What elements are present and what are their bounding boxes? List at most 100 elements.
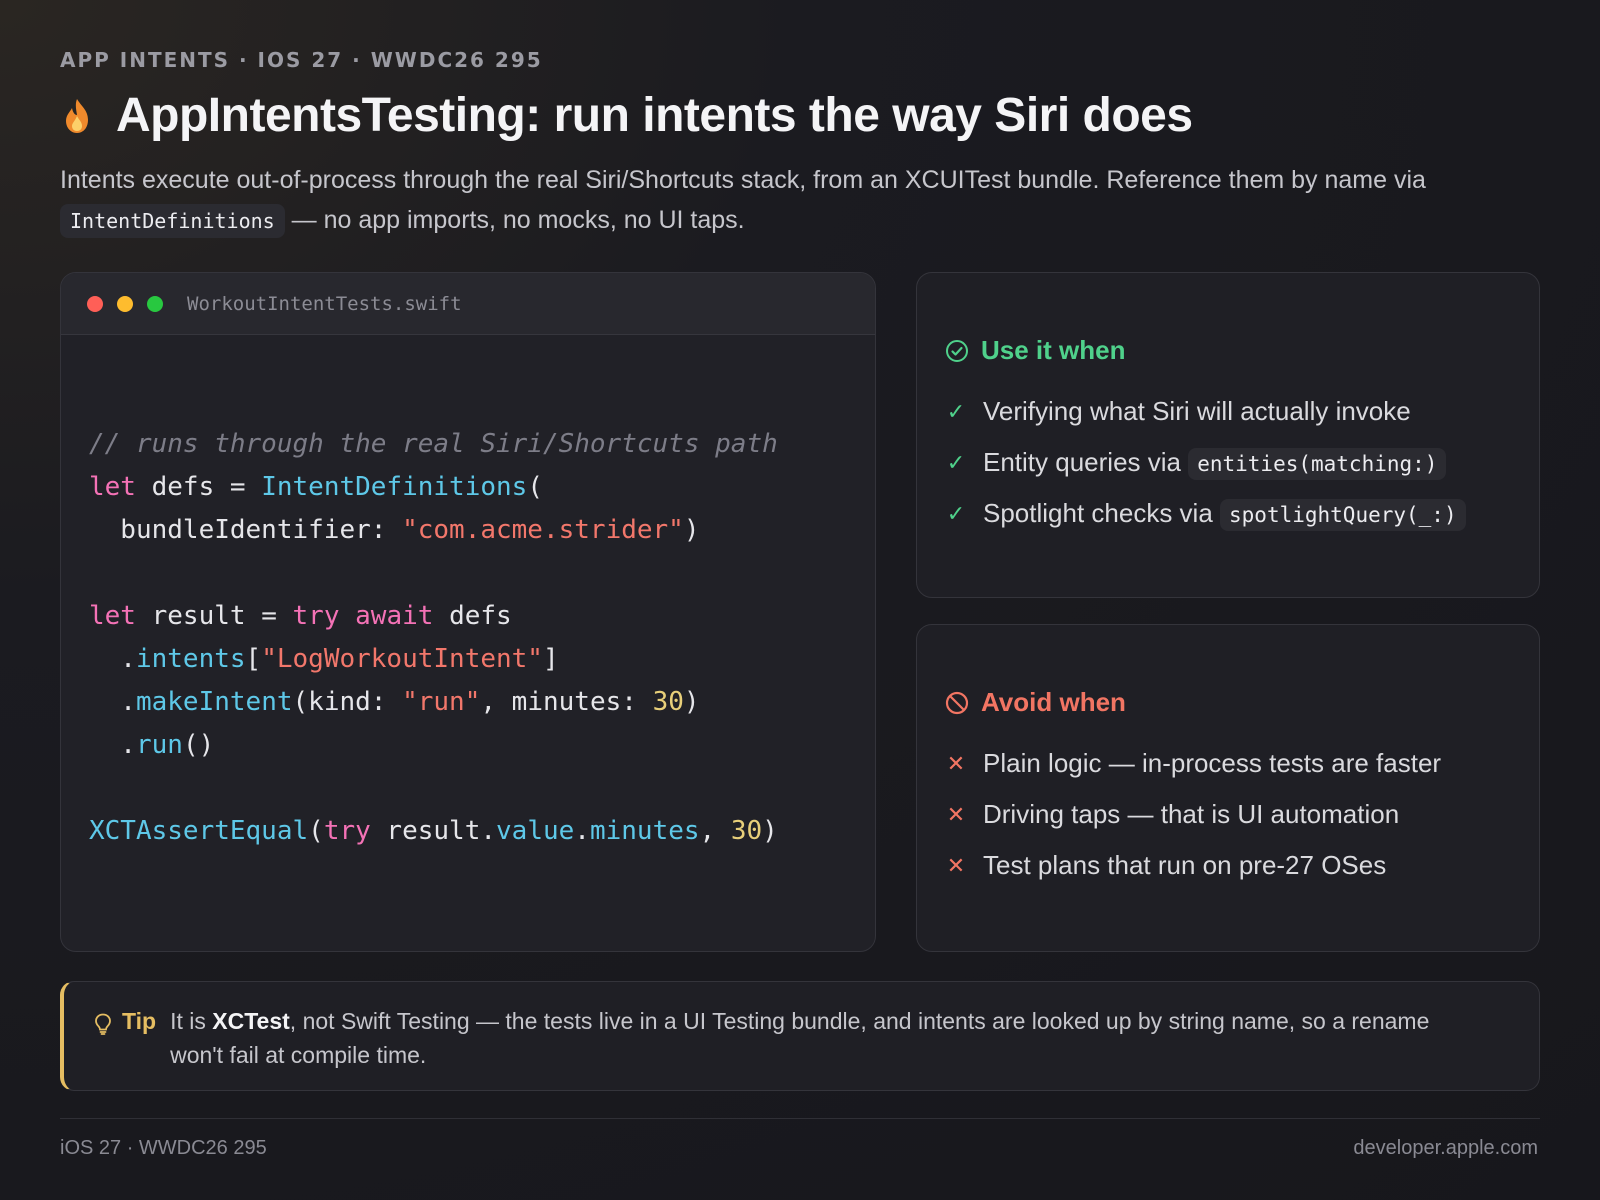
cross-icon: ✕ [946,852,966,878]
code-line: let defs = IntentDefinitions( [89,466,778,509]
avoid-card-heading: Avoid when [945,687,1539,718]
checkmark-icon: ✓ [946,398,966,424]
code-token: try [292,601,340,631]
footer-source[interactable]: developer.apple.com [1353,1137,1538,1160]
code-window-header: WorkoutIntentTests.swift [61,273,875,335]
code-token: await [355,601,434,631]
code-token: result. [370,816,497,846]
code-token: let [89,472,136,502]
code-card: WorkoutIntentTests.swift // runs through… [60,272,876,952]
avoid-item-text: Test plans that run on pre-27 OSes [983,850,1387,880]
avoid-item-text: Plain logic — in-process tests are faste… [983,748,1442,778]
tip-text-2: , not Swift Testing — the tests live in … [170,1008,1430,1068]
code-token: XCTAssertEqual [89,816,309,846]
code-token: bundleIdentifier: [89,515,403,545]
checkmark-icon: ✓ [946,449,966,475]
use-card-list: ✓ Verifying what Siri will actually invok… [945,386,1539,539]
code-line: // runs through the real Siri/Shortcuts … [89,423,778,466]
code-token: () [182,730,215,760]
tip-label: Tip [94,1004,156,1090]
use-list-item: ✓ Spotlight checks via spotlightQuery(_:) [945,488,1539,539]
checkmark-icon: ✓ [946,500,966,526]
code-block[interactable]: // runs through the real Siri/Shortcuts … [89,423,778,853]
check-circle-icon [945,339,969,363]
use-card-title: Use it when [981,335,1126,365]
code-line: .makeIntent(kind: "run", minutes: 30) [89,681,778,724]
code-token: IntentDefinitions [261,472,528,502]
footer-session: iOS 27 · WWDC26 295 [60,1137,267,1159]
code-token: "LogWorkoutIntent" [261,644,543,674]
code-token: ) [683,687,700,717]
code-token: result = [135,601,293,631]
code-token: defs [433,601,512,631]
tip-text: It is XCTest, not Swift Testing — the te… [170,1004,1460,1090]
avoid-card-list: ✕ Plain logic — in-process tests are fast… [945,738,1539,891]
code-token: . [89,687,136,717]
avoid-list-item: ✕ Driving taps — that is UI automation [945,789,1539,840]
tip-text-1: It is [170,1008,213,1034]
code-line: bundleIdentifier: "com.acme.strider") [89,509,778,552]
code-token: [ [245,644,262,674]
tip-callout: Tip It is XCTest, not Swift Testing — th… [60,981,1540,1091]
avoid-card-title: Avoid when [981,687,1126,717]
code-filename: WorkoutIntentTests.swift [187,292,462,315]
use-it-when-card: Use it when ✓ Verifying what Siri will ac… [916,272,1540,598]
footer-divider [60,1118,1540,1119]
code-token: "com.acme.strider" [402,515,684,545]
code-token: ] [542,644,559,674]
lede-code: IntentDefinitions [60,204,285,238]
use-list-item: ✓ Entity queries via entities(matching:) [945,437,1539,488]
lede-text-2: — no app imports, no mocks, no UI taps. [284,206,745,234]
code-token: // runs through the real Siri/Shortcuts … [89,429,778,459]
code-line: .intents["LogWorkoutIntent"] [89,638,778,681]
code-token: minutes [589,816,700,846]
use-item-text: Verifying what Siri will actually invoke [983,396,1411,427]
code-token: . [89,644,136,674]
code-token: (kind: [292,687,403,717]
code-line: let result = try await defs [89,595,778,638]
tip-text-bold: XCTest [212,1008,290,1034]
close-dot-icon[interactable] [87,295,103,312]
code-token: "run" [402,687,481,717]
page-title: AppIntentsTesting: run intents the way S… [116,89,1193,142]
use-item-label: Entity queries via [983,447,1189,477]
title-row: AppIntentsTesting: run intents the way S… [60,88,1193,143]
use-item-code: entities(matching:) [1188,448,1447,480]
avoid-list-item: ✕ Plain logic — in-process tests are fast… [945,738,1539,789]
code-token: ) [683,515,700,545]
code-token: . [89,730,136,760]
code-token: ) [762,816,778,846]
avoid-when-card: Avoid when ✕ Plain logic — in-process tes… [916,624,1540,952]
code-token: try [323,816,371,846]
use-list-item: ✓ Verifying what Siri will actually invok… [945,386,1539,437]
use-item-text: Entity queries via entities(matching:) [983,447,1447,480]
minimize-dot-icon[interactable] [117,295,133,312]
prohibited-icon [945,691,969,715]
code-line: XCTAssertEqual(try result.value.minutes,… [89,810,778,853]
zoom-dot-icon[interactable] [147,295,163,312]
use-item-text: Spotlight checks via spotlightQuery(_:) [983,498,1466,531]
eyebrow: APP INTENTS · IOS 27 · WWDC26 295 [60,48,543,72]
code-token: ( [308,816,324,846]
code-token: intents [135,644,246,674]
code-token: 30 [730,816,763,846]
code-token: let [89,601,136,631]
use-item-label: Verifying what Siri will actually invoke [983,396,1411,426]
code-token: . [574,816,590,846]
code-token: , [699,816,731,846]
code-token: makeIntent [135,687,293,717]
avoid-item-text: Driving taps — that is UI automation [983,799,1400,829]
code-token: 30 [652,687,684,717]
cross-icon: ✕ [946,750,966,776]
avoid-list-item: ✕ Test plans that run on pre-27 OSes [945,840,1539,891]
flame-icon [60,96,94,136]
use-item-label: Spotlight checks via [983,498,1221,528]
use-item-code: spotlightQuery(_:) [1220,499,1466,531]
code-token: ( [527,472,543,502]
use-card-heading: Use it when [945,335,1539,366]
lede: Intents execute out-of-process through t… [60,160,1540,241]
tip-label-text: Tip [122,1008,157,1034]
